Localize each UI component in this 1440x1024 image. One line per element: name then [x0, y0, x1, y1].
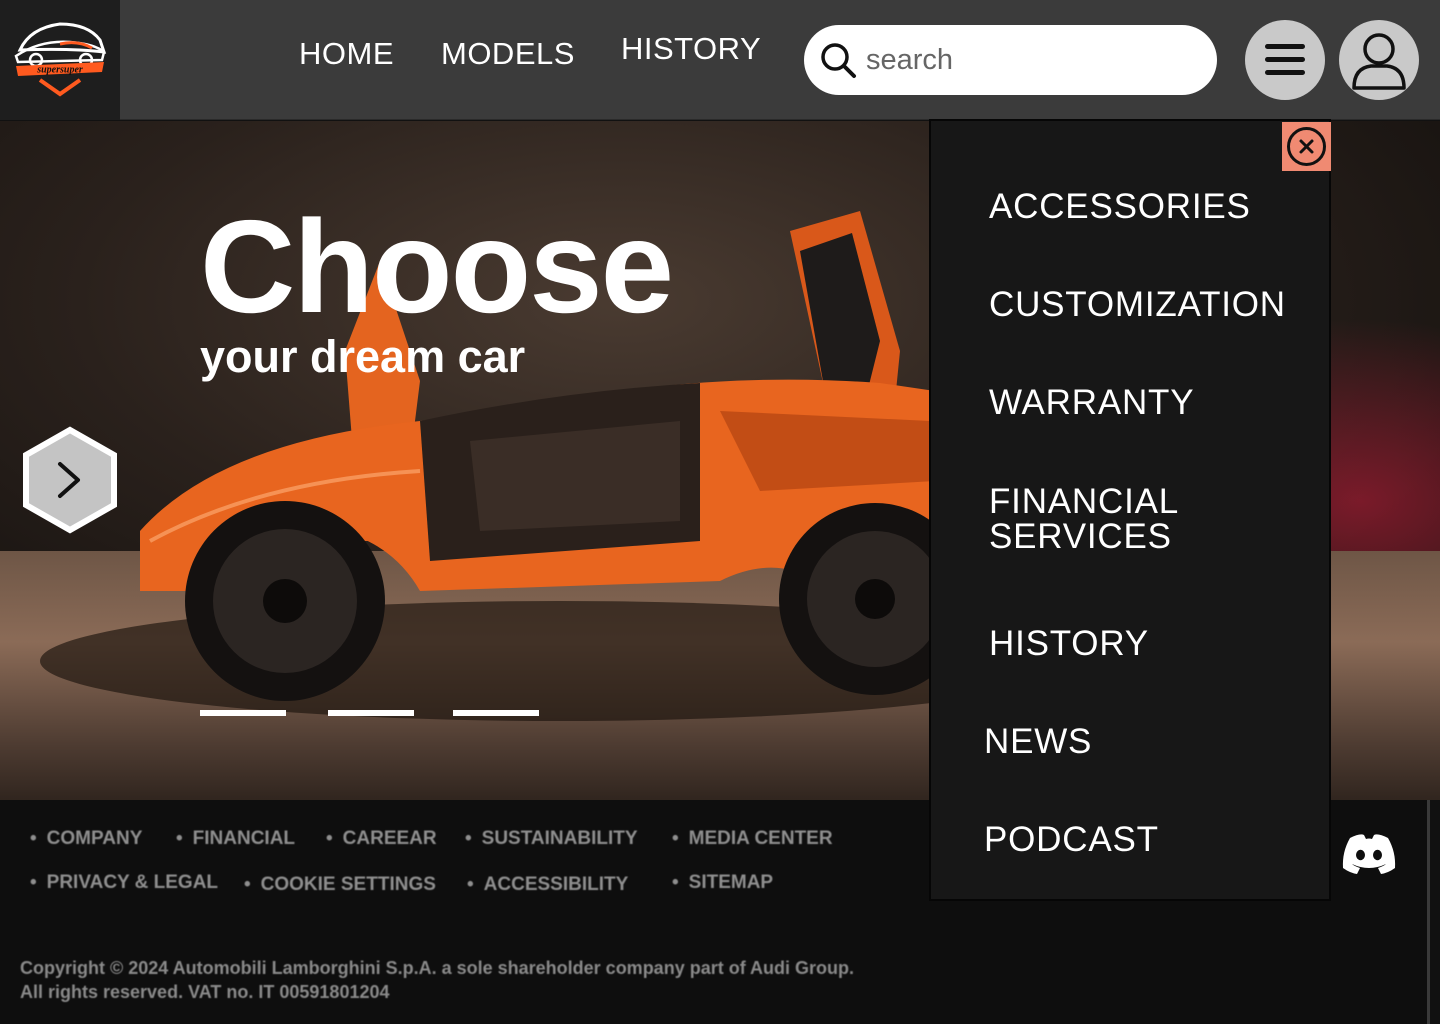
footer-link-media-center[interactable]: MEDIA CENTER — [672, 828, 833, 850]
copyright-line-1: Copyright © 2024 Automobili Lamborghini … — [20, 958, 855, 978]
carousel-indicator-1[interactable] — [200, 710, 286, 716]
menu-button[interactable] — [1245, 20, 1325, 100]
menu-item-podcast[interactable]: PODCAST — [984, 822, 1159, 857]
discord-icon[interactable] — [1340, 832, 1398, 874]
user-profile-icon — [1352, 33, 1406, 90]
footer-link-sitemap[interactable]: SITEMAP — [672, 872, 773, 894]
menu-item-history[interactable]: HISTORY — [989, 626, 1149, 661]
carousel-next-button[interactable] — [22, 426, 118, 534]
carousel-indicator-2[interactable] — [328, 710, 414, 716]
site-header: supersuper HOME MODELS HISTORY — [0, 0, 1440, 120]
nav-history-link[interactable]: HISTORY — [621, 31, 761, 67]
brand-logo[interactable]: supersuper — [0, 0, 120, 120]
footer-link-company[interactable]: COMPANY — [30, 828, 143, 850]
nav-home-link[interactable]: HOME — [299, 36, 394, 72]
footer-link-privacy-legal[interactable]: PRIVACY & LEGAL — [30, 872, 218, 894]
menu-item-customization[interactable]: CUSTOMIZATION — [989, 287, 1286, 322]
footer-link-accessibility[interactable]: ACCESSIBILITY — [467, 874, 629, 896]
dropdown-menu-panel: ACCESSORIES CUSTOMIZATION WARRANTY FINAN… — [929, 119, 1331, 901]
svg-text:supersuper: supersuper — [36, 65, 83, 76]
footer-link-cookie-settings[interactable]: COOKIE SETTINGS — [244, 874, 436, 896]
menu-item-financial-services[interactable]: FINANCIAL SERVICES — [989, 484, 1219, 554]
footer-link-financial[interactable]: FINANCIAL — [176, 828, 295, 850]
menu-close-button[interactable] — [1282, 122, 1331, 171]
copyright-text: Copyright © 2024 Automobili Lamborghini … — [20, 956, 980, 1004]
hero-title: Choose — [200, 193, 674, 340]
menu-item-news[interactable]: NEWS — [984, 724, 1092, 759]
menu-item-warranty[interactable]: WARRANTY — [989, 385, 1194, 420]
search-icon[interactable] — [818, 40, 858, 80]
close-circle-icon — [1287, 127, 1326, 166]
search-input[interactable] — [866, 35, 1196, 85]
user-profile-button[interactable] — [1339, 20, 1419, 100]
car-logo-icon: supersuper — [14, 22, 107, 97]
carousel-indicator-3[interactable] — [453, 710, 539, 716]
copyright-line-2: All rights reserved. VAT no. IT 00591801… — [20, 982, 390, 1002]
nav-models-link[interactable]: MODELS — [441, 36, 575, 72]
footer-link-career[interactable]: CAREEAR — [326, 828, 437, 850]
hero-subtitle: your dream car — [200, 331, 526, 382]
hamburger-menu-icon — [1265, 44, 1305, 75]
menu-item-accessories[interactable]: ACCESSORIES — [989, 189, 1251, 224]
footer-link-sustainability[interactable]: SUSTAINABILITY — [465, 828, 638, 850]
search-bar — [804, 25, 1217, 95]
